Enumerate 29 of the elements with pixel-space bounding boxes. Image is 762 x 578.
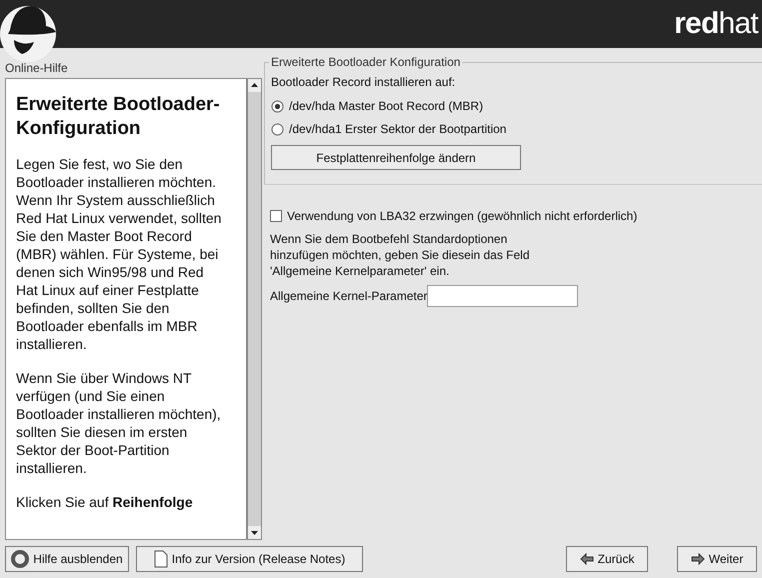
group-title: Erweiterte Bootloader Konfiguration: [269, 56, 462, 68]
hint-text: Wenn Sie dem Bootbefehl Standardoptionen hinzufügen möchten, geben Sie diesein das Feld 'Allgemeine Kernelparameter' ein.: [270, 231, 531, 279]
help-paragraph: Klicken Sie auf Reihenfolge: [16, 493, 194, 511]
change-order-button[interactable]: Festplattenreihenfolge ändern: [271, 145, 521, 170]
brand-wordmark: redhat: [674, 9, 758, 39]
radio-button-icon[interactable]: [271, 100, 284, 112]
lba32-checkbox-option[interactable]: Verwendung von LBA32 erzwingen (gewöhnlich nicht erforderlich): [270, 207, 762, 225]
checkbox[interactable]: [270, 210, 282, 222]
scrollbar[interactable]: [247, 78, 262, 540]
right-arrow-icon: [690, 553, 705, 565]
left-arrow-icon: [580, 553, 594, 565]
scroll-up-icon[interactable]: [248, 79, 261, 92]
lifebuoy-icon: [11, 550, 30, 568]
radio-option[interactable]: /dev/hda Master Boot Record (MBR): [271, 97, 762, 115]
back-button[interactable]: Zurück: [566, 546, 648, 572]
release-notes-button[interactable]: Info zur Version (Release Notes): [136, 546, 363, 572]
scroll-down-icon[interactable]: [248, 526, 261, 539]
radio-button-icon[interactable]: [271, 122, 284, 136]
panel-label: Online-Hilfe: [5, 62, 69, 74]
help-paragraph: Legen Sie fest, wo Sie den Bootloader installieren möchten. Wenn Ihr System ausschließlich Red Hat Linux verwendet, sollten Sie den Master Boot Record (MBR) wählen. Für Systeme, bei denen sich Win95/98 und Red Hat Linux auf einer Festplatte befinden, sollten Sie den Bootloader ebenfalls im MBR installieren.: [16, 155, 222, 353]
radio-option[interactable]: /dev/hda1 Erster Sektor der Bootpartition: [271, 120, 762, 138]
help-paragraph: Wenn Sie über Windows NT verfügen (und Sie einen Bootloader installieren möchten), sollten Sie diesen im ersten Sektor der Boot-Partition installieren.: [16, 369, 222, 477]
help-heading: Erweiterte Bootloader-Konfiguration: [16, 93, 221, 141]
hide-help-button[interactable]: Hilfe ausblenden: [5, 546, 129, 572]
next-button[interactable]: Weiter: [677, 546, 757, 572]
field-label: Allgemeine Kernel-Parameter: [270, 288, 428, 305]
kernel-parameter-input[interactable]: [427, 285, 578, 307]
document-icon: [154, 550, 168, 568]
field-label: Bootloader Record installieren auf:: [271, 74, 456, 91]
